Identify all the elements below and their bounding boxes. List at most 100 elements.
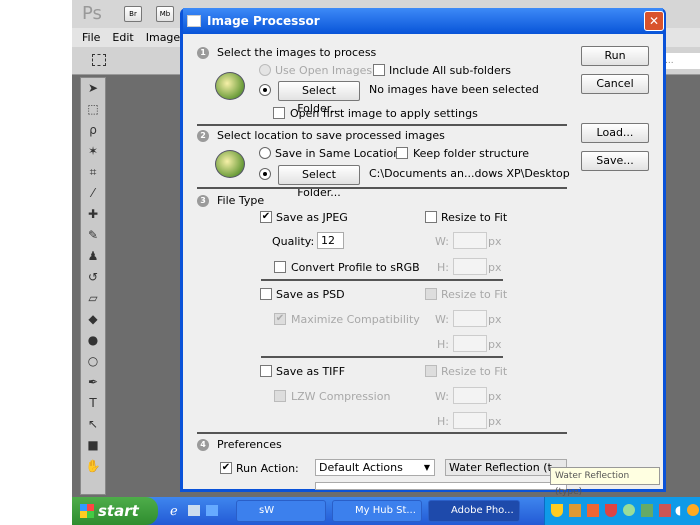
hand-tool-icon[interactable]: ✋ — [81, 456, 105, 477]
select-dest-folder-button[interactable]: Select Folder... — [278, 165, 360, 199]
select-dest-folder-radio[interactable] — [259, 168, 271, 180]
keep-folder-structure-checkbox[interactable] — [396, 147, 408, 159]
maximize-compat-checkbox[interactable]: ✔ — [274, 313, 286, 325]
jpeg-resize-checkbox[interactable] — [425, 211, 437, 223]
save-same-location-radio[interactable] — [259, 147, 271, 159]
dodge-tool-icon[interactable]: ○ — [81, 351, 105, 372]
tray-app-icon[interactable] — [659, 504, 671, 517]
lasso-tool-icon[interactable]: ρ — [81, 120, 105, 141]
jpeg-width-input[interactable] — [453, 232, 487, 249]
jpeg-height-input[interactable] — [453, 258, 487, 275]
action-set-dropdown[interactable]: Default Actions ▼ — [315, 459, 435, 476]
healing-brush-icon[interactable]: ✚ — [81, 204, 105, 225]
select-source-folder-button[interactable]: Select Folder... — [278, 81, 360, 115]
desktop-quicklaunch-icon[interactable] — [188, 505, 200, 516]
include-subfolders-checkbox[interactable] — [373, 64, 385, 76]
eyedropper-icon[interactable]: ⁄ — [81, 183, 105, 204]
taskbar-item-photoshop[interactable]: Adobe Pho... — [428, 500, 520, 522]
source-status: No images have been selected — [369, 83, 539, 96]
maximize-compat-label: Maximize Compatibility — [291, 313, 420, 326]
section4-title: Preferences — [217, 438, 282, 451]
px-label: px — [488, 415, 502, 428]
save-same-location-label: Save in Same Location — [275, 147, 401, 160]
eraser-tool-icon[interactable]: ▱ — [81, 288, 105, 309]
menu-image[interactable]: Image — [146, 31, 180, 44]
keep-folder-structure-label: Keep folder structure — [413, 147, 530, 160]
magic-wand-icon[interactable]: ✶ — [81, 141, 105, 162]
move-tool-icon[interactable]: ➤ — [81, 78, 105, 99]
paint-bucket-icon[interactable]: ◆ — [81, 309, 105, 330]
cancel-button[interactable]: Cancel — [581, 74, 649, 94]
divider — [197, 432, 567, 434]
psd-resize-checkbox[interactable] — [425, 288, 437, 300]
taskbar-item-sw[interactable]: sW — [236, 500, 326, 522]
save-psd-checkbox[interactable] — [260, 288, 272, 300]
next-field[interactable] — [315, 482, 567, 490]
network-icon[interactable] — [641, 504, 653, 517]
shape-tool-icon[interactable]: ■ — [81, 435, 105, 456]
run-action-checkbox[interactable]: ✔ — [220, 462, 232, 474]
tray-status-icon[interactable] — [623, 504, 635, 516]
px-label: px — [488, 338, 502, 351]
windows-logo-icon — [80, 504, 94, 518]
convert-srgb-label: Convert Profile to sRGB — [291, 261, 420, 274]
media-quicklaunch-icon[interactable] — [206, 505, 218, 516]
security-icon[interactable] — [605, 504, 617, 517]
shield-icon[interactable] — [551, 504, 563, 517]
psd-height-input[interactable] — [453, 335, 487, 352]
menu-file[interactable]: File — [82, 31, 100, 44]
use-open-images-radio[interactable] — [259, 64, 271, 76]
ps-logo: Ps — [82, 3, 102, 24]
history-brush-icon[interactable]: ↺ — [81, 267, 105, 288]
convert-srgb-checkbox[interactable] — [274, 261, 286, 273]
pen-tool-icon[interactable]: ✒ — [81, 372, 105, 393]
tiff-height-input[interactable] — [453, 412, 487, 429]
brush-tool-icon[interactable]: ✎ — [81, 225, 105, 246]
taskbar-item-firefox[interactable]: My Hub St... — [332, 500, 422, 522]
tray-app-icon[interactable] — [569, 504, 581, 517]
mini-bridge-button[interactable]: Mb — [156, 6, 174, 22]
tiff-width-input[interactable] — [453, 387, 487, 404]
run-button[interactable]: Run — [581, 46, 649, 66]
psd-width-input[interactable] — [453, 310, 487, 327]
folder-images-icon — [215, 72, 245, 100]
action-set-value: Default Actions — [319, 461, 403, 474]
jpeg-h-label: H: — [437, 261, 449, 274]
divider — [261, 356, 503, 358]
type-tool-icon[interactable]: T — [81, 393, 105, 414]
marquee-tool-icon[interactable]: ⬚ — [81, 99, 105, 120]
tray-app-icon[interactable] — [587, 504, 599, 517]
divider — [261, 279, 503, 281]
divider — [197, 124, 567, 126]
stamp-tool-icon[interactable]: ♟ — [81, 246, 105, 267]
update-icon[interactable] — [687, 504, 699, 516]
crop-tool-icon[interactable]: ⌗ — [81, 162, 105, 183]
tiff-resize-checkbox[interactable] — [425, 365, 437, 377]
save-tiff-checkbox[interactable] — [260, 365, 272, 377]
save-psd-label: Save as PSD — [276, 288, 345, 301]
close-button[interactable]: ✕ — [644, 11, 664, 31]
open-first-image-checkbox[interactable] — [273, 107, 285, 119]
image-processor-dialog: Image Processor ✕ Run Cancel Load... Sav… — [180, 8, 666, 492]
quality-input[interactable]: 12 — [317, 232, 344, 249]
select-folder-radio[interactable] — [259, 84, 271, 96]
save-jpeg-checkbox[interactable]: ✔ — [260, 211, 272, 223]
load-button[interactable]: Load... — [581, 123, 649, 143]
px-label: px — [488, 313, 502, 326]
quality-label: Quality: — [272, 235, 315, 248]
menu-edit[interactable]: Edit — [112, 31, 133, 44]
step-4-badge: 4 — [197, 439, 209, 451]
marquee-icon[interactable] — [92, 54, 106, 66]
action-dropdown[interactable]: Water Reflection (t... — [445, 459, 567, 476]
blur-tool-icon[interactable]: ● — [81, 330, 105, 351]
volume-icon[interactable]: ◖ — [675, 503, 681, 517]
start-button[interactable]: start — [72, 497, 158, 525]
ie-quicklaunch-icon[interactable]: ℯ — [170, 504, 178, 519]
lzw-checkbox[interactable] — [274, 390, 286, 402]
psd-h-label: H: — [437, 338, 449, 351]
dialog-body: Run Cancel Load... Save... 1 Select the … — [183, 34, 663, 490]
bridge-button[interactable]: Br — [124, 6, 142, 22]
path-select-icon[interactable]: ↖ — [81, 414, 105, 435]
start-label: start — [98, 502, 139, 520]
save-button[interactable]: Save... — [581, 151, 649, 171]
